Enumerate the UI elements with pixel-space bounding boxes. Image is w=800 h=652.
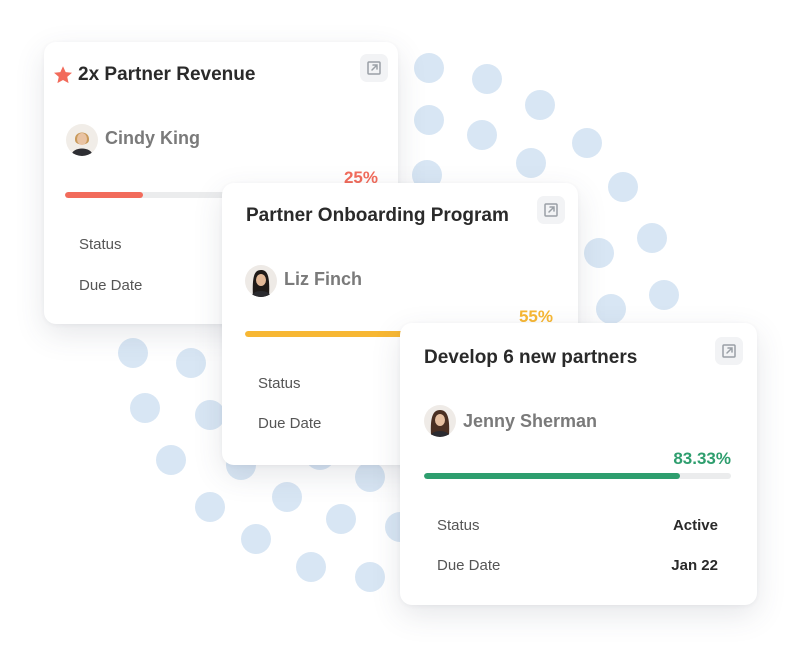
- expand-button[interactable]: [537, 196, 565, 224]
- decor-dot: [596, 294, 626, 324]
- progress-fill: [65, 192, 143, 198]
- status-label: Status: [437, 517, 480, 534]
- decor-dot: [649, 280, 679, 310]
- decor-dot: [637, 223, 667, 253]
- expand-arrow-icon: [544, 203, 558, 217]
- expand-button[interactable]: [715, 337, 743, 365]
- avatar: [66, 124, 98, 156]
- card-title: 2x Partner Revenue: [78, 64, 256, 85]
- decor-dot: [195, 400, 225, 430]
- goal-card-develop-partners[interactable]: Develop 6 new partners Jenny Sherman 83.…: [400, 323, 757, 605]
- decor-dot: [472, 64, 502, 94]
- progress-fill: [424, 473, 680, 479]
- progress-percent: 83.33%: [673, 449, 731, 468]
- expand-button[interactable]: [360, 54, 388, 82]
- status-label: Status: [258, 375, 301, 392]
- expand-arrow-icon: [367, 61, 381, 75]
- due-date-label: Due Date: [258, 415, 322, 432]
- avatar: [424, 405, 456, 437]
- decor-dot: [156, 445, 186, 475]
- owner-name: Liz Finch: [284, 269, 362, 289]
- decor-dot: [467, 120, 497, 150]
- decor-dot: [355, 462, 385, 492]
- status-label: Status: [79, 236, 122, 253]
- star-icon: [54, 66, 72, 84]
- decor-dot: [355, 562, 385, 592]
- decor-dot: [326, 504, 356, 534]
- decor-dot: [516, 148, 546, 178]
- decor-dot: [608, 172, 638, 202]
- decor-dot: [195, 492, 225, 522]
- avatar: [245, 265, 277, 297]
- decor-dot: [584, 238, 614, 268]
- due-date-label: Due Date: [79, 277, 143, 294]
- decor-dot: [414, 53, 444, 83]
- due-date-value: Jan 22: [671, 557, 718, 574]
- owner-name: Jenny Sherman: [463, 411, 598, 431]
- decor-dot: [525, 90, 555, 120]
- decor-dot: [118, 338, 148, 368]
- expand-arrow-icon: [722, 344, 736, 358]
- progress-bar: [424, 473, 731, 479]
- progress-fill: [245, 331, 416, 337]
- card-title: Develop 6 new partners: [424, 347, 638, 368]
- decor-dot: [572, 128, 602, 158]
- owner-name: Cindy King: [105, 128, 200, 148]
- decor-dot: [272, 482, 302, 512]
- decor-dot: [130, 393, 160, 423]
- decor-dot: [241, 524, 271, 554]
- decor-dot: [296, 552, 326, 582]
- decor-dot: [414, 105, 444, 135]
- decor-dot: [176, 348, 206, 378]
- card-title: Partner Onboarding Program: [246, 205, 509, 226]
- status-value: Active: [672, 517, 718, 534]
- due-date-label: Due Date: [437, 557, 501, 574]
